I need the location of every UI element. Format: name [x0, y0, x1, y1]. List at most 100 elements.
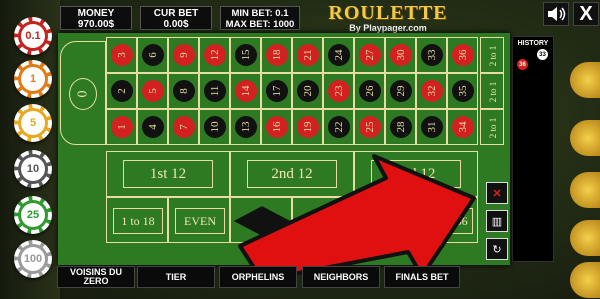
number-cell-3[interactable]: 3: [106, 37, 137, 73]
number-cell-5[interactable]: 5: [137, 73, 168, 109]
chip-label: 1: [21, 67, 45, 91]
coin-decoration: [570, 220, 600, 256]
number-21: 21: [297, 44, 319, 66]
column-bet-2[interactable]: 2 to 1: [480, 73, 504, 109]
cur-bet-panel: CUR BET 0.00$: [140, 6, 212, 30]
number-14: 14: [235, 80, 257, 102]
number-33: 33: [421, 44, 443, 66]
number-cell-6[interactable]: 6: [137, 37, 168, 73]
number-cell-20[interactable]: 20: [292, 73, 323, 109]
chip-1[interactable]: 1: [14, 60, 52, 98]
bet-preset-finals-bet[interactable]: FINALS BET: [384, 266, 460, 288]
arrow-indicator-icon: [238, 154, 476, 282]
column-label: 2 to 1: [488, 117, 498, 139]
number-cell-2[interactable]: 2: [106, 73, 137, 109]
chip-10[interactable]: 10: [14, 150, 52, 188]
number-cell-18[interactable]: 18: [261, 37, 292, 73]
number-cell-27[interactable]: 27: [354, 37, 385, 73]
money-panel: MONEY 970.00$: [60, 6, 132, 30]
number-cell-33[interactable]: 33: [416, 37, 447, 73]
number-9: 9: [173, 44, 195, 66]
cur-bet-value: 0.00$: [163, 19, 189, 30]
number-27: 27: [359, 44, 381, 66]
cur-bet-label: CUR BET: [153, 8, 199, 19]
money-value: 970.00$: [77, 19, 115, 30]
chip-100[interactable]: 100: [14, 240, 52, 278]
number-20: 20: [297, 80, 319, 102]
number-cell-35[interactable]: 35: [447, 73, 478, 109]
number-cell-26[interactable]: 26: [354, 73, 385, 109]
number-1: 1: [111, 116, 133, 138]
outside-label: 1 to 18: [121, 213, 155, 228]
clear-bets-button[interactable]: ✕: [486, 182, 508, 204]
column-label: 2 to 1: [488, 81, 498, 103]
bet-preset-neighbors[interactable]: NEIGHBORS: [302, 266, 380, 288]
chip-label: 100: [21, 247, 45, 271]
outside-frame: EVEN: [175, 208, 225, 234]
bet-preset-orphelins[interactable]: ORPHELINS: [219, 266, 297, 288]
number-cell-1[interactable]: 1: [106, 109, 137, 145]
number-cell-30[interactable]: 30: [385, 37, 416, 73]
double-bet-button[interactable]: ▥: [486, 210, 508, 232]
number-18: 18: [266, 44, 288, 66]
chip-label: 25: [21, 203, 45, 227]
number-cell-4[interactable]: 4: [137, 109, 168, 145]
zero-label: 0: [69, 78, 97, 110]
number-cell-10[interactable]: 10: [199, 109, 230, 145]
number-4: 4: [142, 116, 164, 138]
dozen-label: 1st 12: [149, 165, 187, 182]
dozen-bet-1[interactable]: 1st 12: [106, 151, 230, 197]
number-cell-12[interactable]: 12: [199, 37, 230, 73]
number-2: 2: [111, 80, 133, 102]
coin-decoration: [570, 172, 600, 208]
number-cell-23[interactable]: 23: [323, 73, 354, 109]
number-cell-36[interactable]: 36: [447, 37, 478, 73]
close-icon: X: [579, 2, 593, 25]
coin-decoration: [570, 62, 600, 98]
number-11: 11: [204, 80, 226, 102]
number-cell-15[interactable]: 15: [230, 37, 261, 73]
number-cell-24[interactable]: 24: [323, 37, 354, 73]
number-8: 8: [173, 80, 195, 102]
money-label: MONEY: [77, 8, 115, 19]
number-cell-32[interactable]: 32: [416, 73, 447, 109]
chip-25[interactable]: 25: [14, 196, 52, 234]
number-cell-9[interactable]: 9: [168, 37, 199, 73]
number-cell-14[interactable]: 14: [230, 73, 261, 109]
bet-preset-voisins-du-zero[interactable]: VOISINS DU ZERO: [57, 266, 135, 288]
outside-bet-even[interactable]: EVEN: [168, 197, 230, 243]
clear-bets-icon: ✕: [492, 187, 502, 200]
min-bet: MIN BET: 0.1: [231, 8, 289, 19]
number-cell-7[interactable]: 7: [168, 109, 199, 145]
game-logo: ROULETTE By Playpager.com: [328, 2, 448, 34]
number-cell-29[interactable]: 29: [385, 73, 416, 109]
column-label: 2 to 1: [488, 45, 498, 67]
number-cell-8[interactable]: 8: [168, 73, 199, 109]
zero-cell[interactable]: 0: [60, 41, 106, 145]
outside-bet-low[interactable]: 1 to 18: [106, 197, 168, 243]
number-cell-11[interactable]: 11: [199, 73, 230, 109]
close-button[interactable]: X: [573, 2, 599, 26]
chip-label: 0.1: [21, 24, 45, 48]
logo-title: ROULETTE: [328, 2, 448, 24]
number-36: 36: [452, 44, 474, 66]
chip-0-1[interactable]: 0.1: [14, 17, 52, 55]
rebet-button[interactable]: ↻: [486, 238, 508, 260]
number-5: 5: [142, 80, 164, 102]
chip-label: 10: [21, 157, 45, 181]
number-cell-17[interactable]: 17: [261, 73, 292, 109]
sound-button[interactable]: [543, 2, 569, 26]
number-cell-21[interactable]: 21: [292, 37, 323, 73]
history-result: 36: [517, 59, 528, 70]
history-result: 33: [537, 49, 548, 60]
chip-5[interactable]: 5: [14, 104, 52, 142]
column-bet-3[interactable]: 2 to 1: [480, 37, 504, 73]
number-15: 15: [235, 44, 257, 66]
number-6: 6: [142, 44, 164, 66]
speaker-icon: [548, 7, 566, 21]
history-title: HISTORY: [517, 40, 549, 47]
history-panel: HISTORY 33 36: [512, 36, 554, 262]
outside-label: EVEN: [184, 213, 216, 228]
bet-preset-tier[interactable]: TIER: [137, 266, 215, 288]
number-17: 17: [266, 80, 288, 102]
